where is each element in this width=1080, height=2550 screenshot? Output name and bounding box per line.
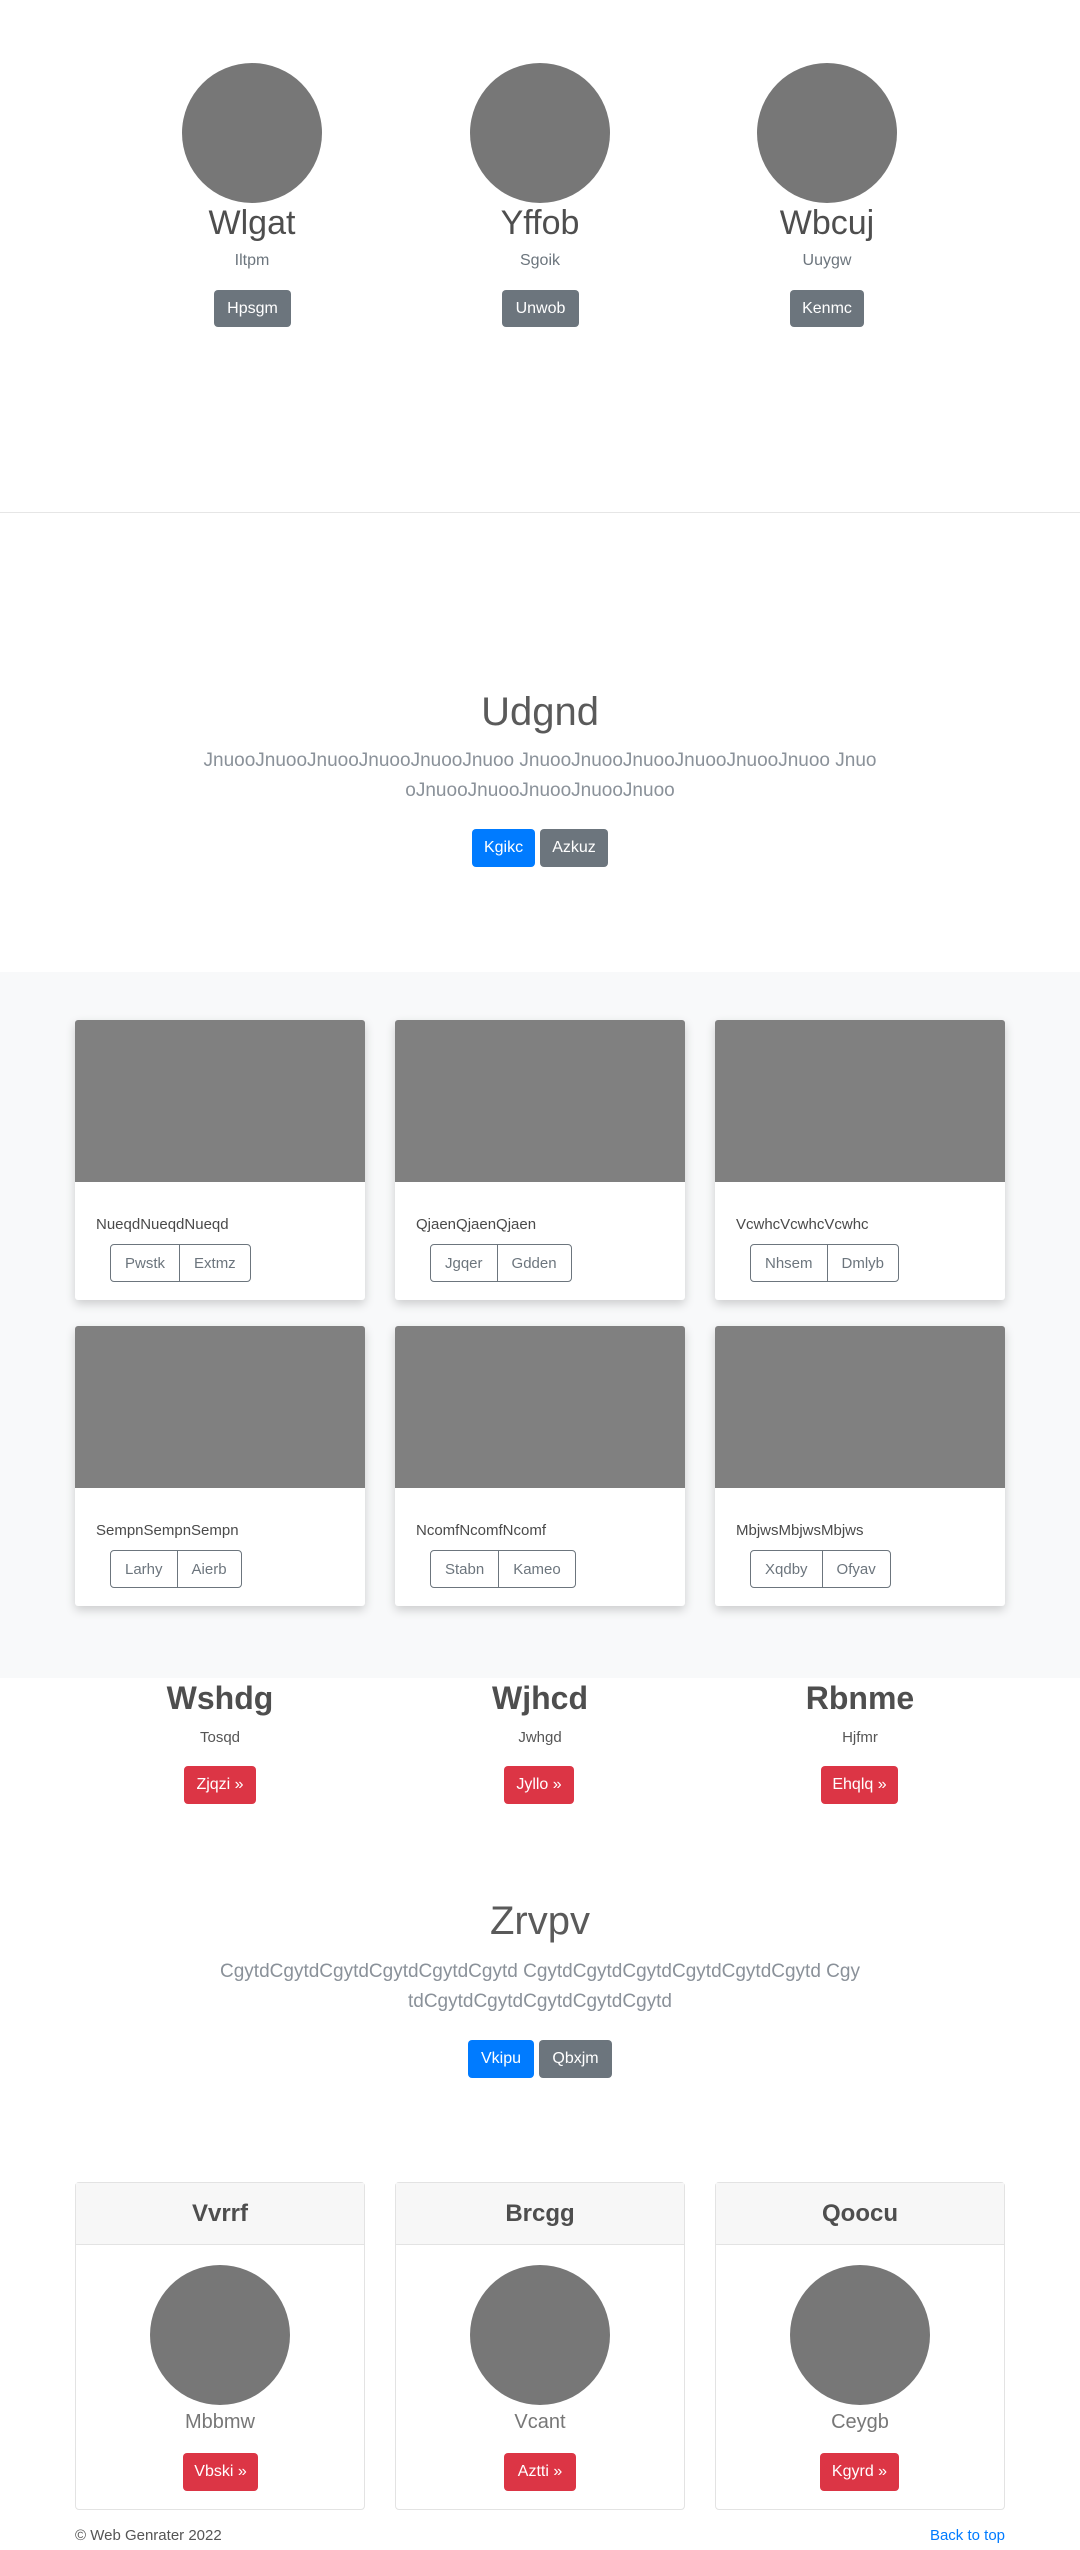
album-card: MbjwsMbjwsMbjws Xqdby Ofyav xyxy=(715,1326,1005,1606)
card-button-group: Nhsem Dmlyb xyxy=(750,1244,900,1282)
card-text: QjaenQjaenQjaen xyxy=(416,1216,537,1233)
card-button-group: Stabn Kameo xyxy=(430,1550,576,1588)
info-card-button[interactable]: Vbski » xyxy=(183,2453,258,2491)
card-button[interactable]: Kameo xyxy=(498,1551,575,1587)
card-image xyxy=(715,1020,1005,1182)
card-text: SempnSempnSempn xyxy=(96,1522,239,1539)
profile-avatar xyxy=(182,63,322,203)
feature-subtitle: Tosqd xyxy=(199,1729,241,1746)
card-image xyxy=(75,1020,365,1182)
card-text: MbjwsMbjwsMbjws xyxy=(736,1522,864,1539)
album-card: VcwhcVcwhcVcwhc Nhsem Dmlyb xyxy=(715,1020,1005,1300)
hero-title: Zrvpv xyxy=(490,1899,590,1943)
feature-heading: Wshdg xyxy=(166,1680,274,1716)
info-card: Brcgg Vcant Aztti » xyxy=(395,2182,685,2510)
profile-avatar xyxy=(470,63,610,203)
card-image xyxy=(395,1326,685,1488)
card-button[interactable]: Jgqer xyxy=(431,1245,497,1281)
card-text: NueqdNueqdNueqd xyxy=(96,1216,229,1233)
profile-subtitle: Uuygw xyxy=(802,252,852,269)
info-card-subtitle: Vcant xyxy=(514,2411,566,2433)
card-button-group: Larhy Aierb xyxy=(110,1550,242,1588)
info-card-button[interactable]: Aztti » xyxy=(504,2453,576,2491)
info-card-subtitle: Mbbmw xyxy=(184,2411,255,2433)
album-card: NcomfNcomfNcomf Stabn Kameo xyxy=(395,1326,685,1606)
profile-name: Wlgat xyxy=(208,204,296,242)
info-card-title: Vvrrf xyxy=(76,2183,364,2245)
profile-button[interactable]: Unwob xyxy=(502,290,579,327)
card-button[interactable]: Ofyav xyxy=(821,1551,890,1587)
card-button-group: Jgqer Gdden xyxy=(430,1244,572,1282)
card-button[interactable]: Extmz xyxy=(179,1245,250,1281)
album-card: NueqdNueqdNueqd Pwstk Extmz xyxy=(75,1020,365,1300)
hero-text: JnuooJnuooJnuooJnuooJnuooJnuoo JnuooJnuo… xyxy=(203,750,877,801)
card-text: VcwhcVcwhcVcwhc xyxy=(736,1216,869,1233)
profile-button[interactable]: Hpsgm xyxy=(214,290,291,327)
card-button[interactable]: Xqdby xyxy=(751,1551,822,1587)
profile-name: Wbcuj xyxy=(779,204,875,242)
feature-subtitle: Jwhgd xyxy=(518,1729,562,1746)
hero-primary-button[interactable]: Kgikc xyxy=(472,829,535,867)
card-image xyxy=(75,1326,365,1488)
feature-heading: Rbnme xyxy=(805,1680,915,1716)
album-card: QjaenQjaenQjaen Jgqer Gdden xyxy=(395,1020,685,1300)
profile-subtitle: Sgoik xyxy=(519,252,561,269)
card-button[interactable]: Aierb xyxy=(176,1551,241,1587)
footer-copyright: © Web Genrater 2022 xyxy=(75,2527,222,2544)
info-card-avatar xyxy=(150,2265,290,2405)
card-image xyxy=(395,1020,685,1182)
hero-title: Udgnd xyxy=(481,690,599,734)
profile-avatar xyxy=(757,63,897,203)
back-to-top-link[interactable]: Back to top xyxy=(930,2527,1005,2544)
info-card-title: Qoocu xyxy=(716,2183,1004,2245)
profile-button[interactable]: Kenmc xyxy=(790,290,864,327)
info-card-subtitle: Ceygb xyxy=(831,2411,889,2433)
feature-button[interactable]: Zjqzi » xyxy=(184,1766,256,1804)
profile-subtitle: Iltpm xyxy=(234,252,270,269)
album-card: SempnSempnSempn Larhy Aierb xyxy=(75,1326,365,1606)
section-divider xyxy=(0,512,1080,513)
hero-primary-button[interactable]: Vkipu xyxy=(468,2040,534,2078)
hero-secondary-button[interactable]: Azkuz xyxy=(540,829,608,867)
info-card: Vvrrf Mbbmw Vbski » xyxy=(75,2182,365,2510)
hero-text: CgytdCgytdCgytdCgytdCgytdCgytd CgytdCgyt… xyxy=(220,1961,860,2012)
hero-secondary-button[interactable]: Qbxjm xyxy=(539,2040,612,2078)
card-button[interactable]: Nhsem xyxy=(751,1245,827,1281)
card-button[interactable]: Stabn xyxy=(431,1551,498,1587)
info-card-avatar xyxy=(790,2265,930,2405)
info-card-avatar xyxy=(470,2265,610,2405)
card-button-group: Xqdby Ofyav xyxy=(750,1550,891,1588)
card-button-group: Pwstk Extmz xyxy=(110,1244,251,1282)
feature-button[interactable]: Ehqlq » xyxy=(821,1766,898,1804)
card-image xyxy=(715,1326,1005,1488)
card-button[interactable]: Dmlyb xyxy=(826,1245,899,1281)
card-button[interactable]: Larhy xyxy=(111,1551,177,1587)
feature-heading: Wjhcd xyxy=(492,1680,588,1716)
info-card: Qoocu Ceygb Kgyrd » xyxy=(715,2182,1005,2510)
profile-name: Yffob xyxy=(500,204,580,242)
info-card-button[interactable]: Kgyrd » xyxy=(820,2453,899,2491)
card-button[interactable]: Gdden xyxy=(496,1245,571,1281)
info-card-title: Brcgg xyxy=(396,2183,684,2245)
card-button[interactable]: Pwstk xyxy=(111,1245,179,1281)
feature-subtitle: Hjfmr xyxy=(842,1729,878,1746)
feature-button[interactable]: Jyllo » xyxy=(504,1766,574,1804)
card-text: NcomfNcomfNcomf xyxy=(416,1522,547,1539)
